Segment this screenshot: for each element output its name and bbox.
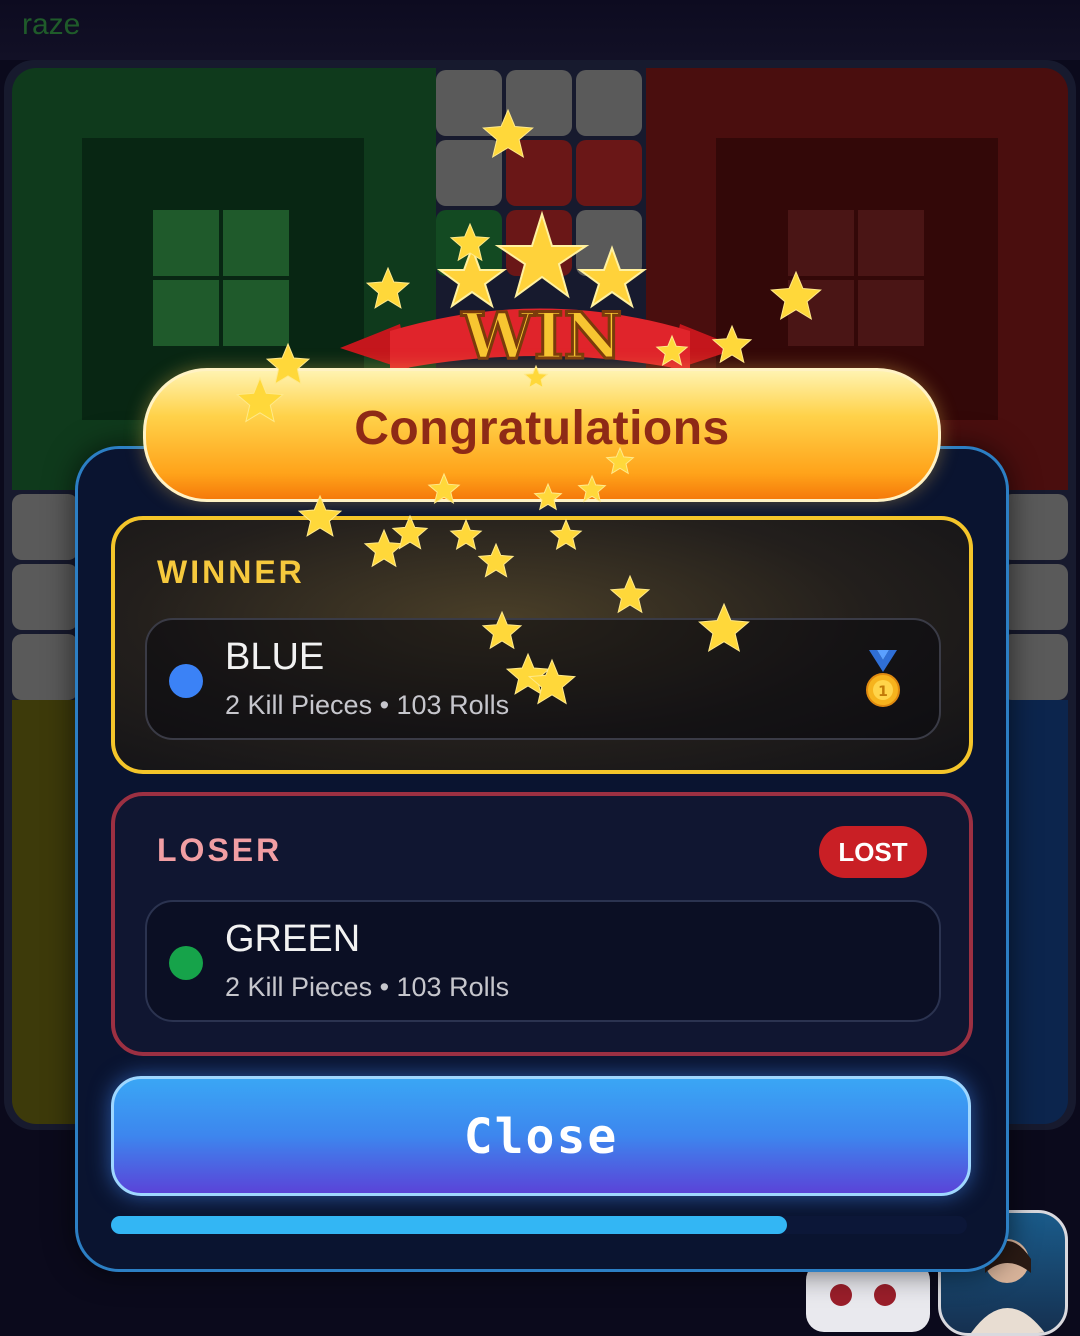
- loser-name: GREEN: [225, 918, 361, 960]
- star-icon: [576, 245, 648, 309]
- track-cell: [1002, 634, 1068, 700]
- player-color-dot: [169, 946, 203, 980]
- star-icon: [436, 245, 508, 309]
- track-cell: [436, 140, 502, 206]
- close-button[interactable]: Close: [111, 1076, 971, 1196]
- winner-stats: 2 Kill Pieces • 103 Rolls: [225, 690, 510, 720]
- green-home-slot: [223, 210, 289, 276]
- track-cell: [506, 140, 572, 206]
- track-cell: [1002, 494, 1068, 560]
- congratulations-banner: Congratulations: [143, 368, 941, 502]
- dice[interactable]: [806, 1262, 930, 1332]
- loser-player-row: GREEN 2 Kill Pieces • 103 Rolls: [145, 900, 941, 1022]
- green-home-slot: [153, 280, 219, 346]
- congratulations-title: Congratulations: [354, 402, 730, 455]
- winner-player-row: BLUE 2 Kill Pieces • 103 Rolls 1: [145, 618, 941, 740]
- track-cell: [576, 70, 642, 136]
- winner-section-label: WINNER: [157, 554, 305, 590]
- loser-card: LOSER LOST GREEN 2 Kill Pieces • 103 Rol…: [111, 792, 973, 1056]
- track-cell: [12, 634, 78, 700]
- red-home-slot: [788, 280, 854, 346]
- progress-bar-fill: [111, 1216, 788, 1234]
- track-cell: [12, 564, 78, 630]
- green-home-slot: [223, 280, 289, 346]
- track-cell: [506, 70, 572, 136]
- top-bar: [0, 0, 1080, 60]
- win-emblem: WIN: [340, 210, 740, 376]
- loser-stats: 2 Kill Pieces • 103 Rolls: [225, 972, 510, 1002]
- red-home-slot: [858, 280, 924, 346]
- track-cell: [436, 70, 502, 136]
- winner-card: WINNER BLUE 2 Kill Pieces • 103 Rolls 1: [111, 516, 973, 774]
- red-home-slot: [788, 210, 854, 276]
- loser-section-label: LOSER: [157, 832, 283, 868]
- progress-bar: [111, 1216, 967, 1234]
- medal-icon: 1: [866, 650, 900, 707]
- player-color-dot: [169, 664, 203, 698]
- dice-pip: [830, 1284, 852, 1306]
- player-name-label: raze: [22, 8, 81, 41]
- track-cell: [576, 140, 642, 206]
- close-button-label: Close: [463, 1109, 619, 1165]
- star-icon: [494, 210, 590, 299]
- red-home-slot: [858, 210, 924, 276]
- win-label: WIN: [461, 299, 622, 374]
- track-cell: [1002, 564, 1068, 630]
- svg-text:1: 1: [878, 684, 888, 700]
- winner-name: BLUE: [225, 636, 325, 678]
- track-cell: [12, 494, 78, 560]
- green-home-slot: [153, 210, 219, 276]
- dice-pip: [874, 1284, 896, 1306]
- lost-badge: LOST: [819, 826, 927, 878]
